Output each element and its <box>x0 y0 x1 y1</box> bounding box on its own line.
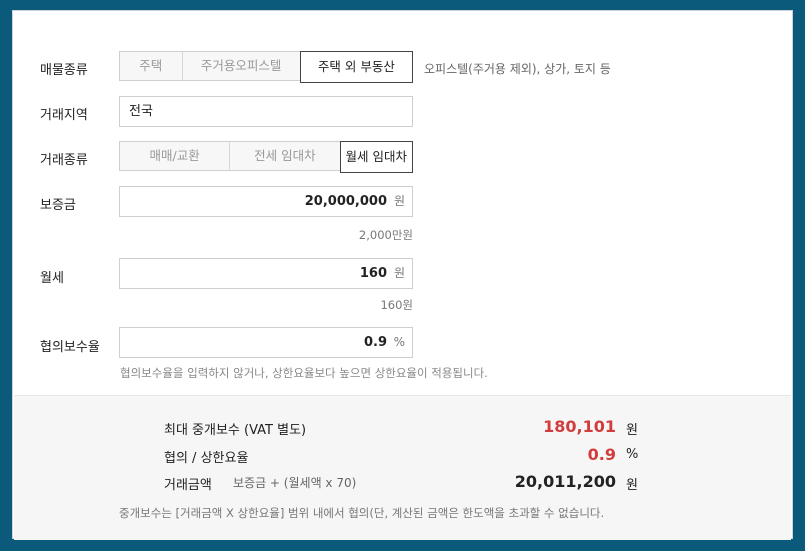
property-type-selector: 주택 주거용오피스텔 주택 외 부동산 <box>119 51 413 83</box>
calculator-panel: 매물종류 주택 주거용오피스텔 주택 외 부동산 오피스텔(주거용 제외), 상… <box>12 10 793 540</box>
region-label: 거래지역 <box>40 108 88 123</box>
max-fee-unit: 원 <box>626 423 638 438</box>
monthly-rent-value: 160 <box>359 266 387 281</box>
max-fee-value: 180,101 <box>543 417 616 436</box>
amount-formula: 보증금 + (월세액 x 70) <box>233 476 357 490</box>
option-jeonse[interactable]: 전세 임대차 <box>230 142 341 170</box>
fee-rate-label: 협의보수율 <box>40 340 100 355</box>
option-residential-officetel[interactable]: 주거용오피스텔 <box>183 52 301 80</box>
fee-rate-unit: % <box>393 335 405 349</box>
deposit-label: 보증금 <box>40 198 76 213</box>
property-type-label: 매물종류 <box>40 63 88 78</box>
monthly-rent-unit: 원 <box>393 266 405 280</box>
amount-unit: 원 <box>626 478 638 493</box>
max-fee-label: 최대 중개보수 (VAT 별도) <box>164 423 307 438</box>
region-value: 전국 <box>129 104 153 119</box>
option-monthly-rent[interactable]: 월세 임대차 <box>339 141 413 173</box>
option-house[interactable]: 주택 <box>120 52 183 80</box>
monthly-rent-label: 월세 <box>40 271 64 286</box>
deal-type-selector: 매매/교환 전세 임대차 월세 임대차 <box>119 141 413 173</box>
monthly-rent-input[interactable]: 160 원 <box>119 258 413 289</box>
deposit-input[interactable]: 20,000,000 원 <box>119 186 413 217</box>
input-section: 매물종류 주택 주거용오피스텔 주택 외 부동산 오피스텔(주거용 제외), 상… <box>34 31 792 403</box>
option-sale[interactable]: 매매/교환 <box>120 142 231 170</box>
fee-rate-note: 협의보수율을 입력하지 않거나, 상한요율보다 높으면 상한요율이 적용됩니다. <box>120 366 488 380</box>
rate-unit: % <box>626 447 639 462</box>
property-type-hint: 오피스텔(주거용 제외), 상가, 토지 등 <box>424 62 611 76</box>
result-section: 최대 중개보수 (VAT 별도) 180,101 원 협의 / 상한요율 0.9… <box>14 395 791 540</box>
rate-label: 협의 / 상한요율 <box>164 451 249 466</box>
fee-rate-input[interactable]: 0.9 % <box>119 327 413 358</box>
amount-label: 거래금액 <box>164 478 212 493</box>
amount-value: 20,011,200 <box>514 472 616 491</box>
deal-type-label: 거래종류 <box>40 153 88 168</box>
deposit-unit: 원 <box>393 194 405 208</box>
option-non-house[interactable]: 주택 외 부동산 <box>299 51 413 83</box>
fee-footnote: 중개보수는 [거래금액 X 상한요율] 범위 내에서 협의(단, 계산된 금액은… <box>119 506 605 520</box>
fee-rate-value: 0.9 <box>363 335 387 350</box>
monthly-rent-converted: 160원 <box>380 298 413 312</box>
rate-value: 0.9 <box>587 445 616 464</box>
deposit-value: 20,000,000 <box>304 194 387 209</box>
deposit-converted: 2,000만원 <box>358 228 413 242</box>
region-field[interactable]: 전국 <box>119 96 413 127</box>
